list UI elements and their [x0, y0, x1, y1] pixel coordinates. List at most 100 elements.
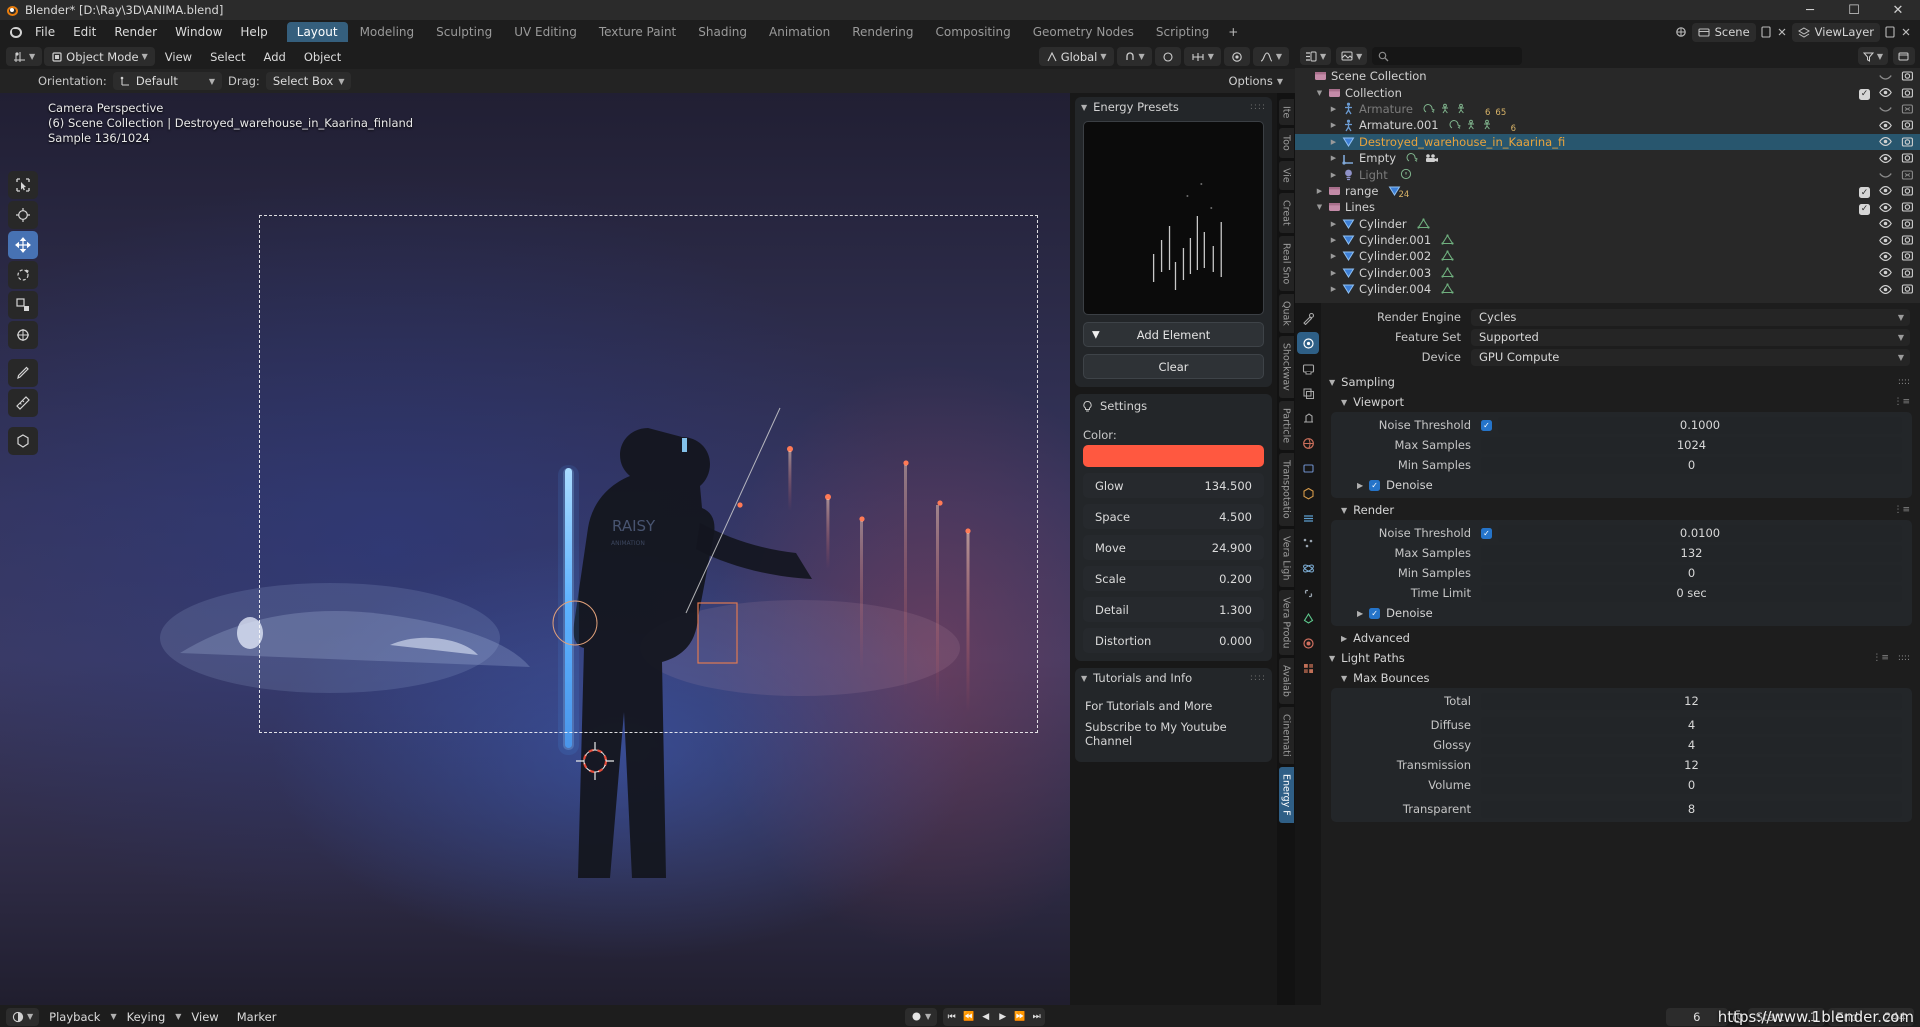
preset-list-icon[interactable]: ⋮≡: [1893, 505, 1910, 515]
sidebar-tab-vera-produ[interactable]: Vera Produ: [1279, 590, 1294, 655]
disable-in-renders-toggle[interactable]: [1901, 103, 1914, 115]
disable-in-renders-toggle[interactable]: [1901, 267, 1914, 279]
proportional-edit-button[interactable]: [1155, 47, 1181, 66]
expand-arrow-icon[interactable]: ▼: [1313, 89, 1326, 97]
outliner-row-lines[interactable]: ▼Lines✓: [1295, 199, 1920, 215]
minimize-button[interactable]: ─: [1788, 0, 1832, 20]
expand-arrow-icon[interactable]: ▶: [1327, 236, 1340, 244]
disable-in-renders-toggle[interactable]: [1901, 218, 1914, 230]
hide-in-viewport-toggle[interactable]: [1879, 153, 1892, 164]
viewport-denoise-checkbox[interactable]: ✓: [1369, 480, 1380, 491]
sidebar-tab-shockwave[interactable]: Shockwav: [1279, 336, 1294, 398]
render-noise-threshold-checkbox[interactable]: ✓: [1481, 528, 1492, 539]
disable-in-renders-toggle[interactable]: [1901, 201, 1914, 213]
sidebar-tab-quake[interactable]: Quak: [1279, 294, 1294, 333]
outliner-display-mode[interactable]: ▼: [1336, 47, 1367, 65]
outliner-editor-type[interactable]: ▼: [1300, 47, 1331, 65]
properties-tab-scene[interactable]: [1297, 407, 1319, 429]
scene-selector[interactable]: Scene: [1692, 23, 1756, 42]
properties-tab-physics[interactable]: [1297, 557, 1319, 579]
outliner-new-collection-button[interactable]: [1893, 47, 1915, 65]
advanced-header[interactable]: ▶ Advanced: [1321, 628, 1920, 648]
options-dropdown[interactable]: Options ▼: [1228, 74, 1289, 88]
editor-type-selector[interactable]: ▼: [6, 47, 42, 66]
object-mode-selector[interactable]: Object Mode ▼: [44, 47, 155, 66]
settings-header[interactable]: Settings: [1075, 394, 1272, 418]
maximize-button[interactable]: ☐: [1832, 0, 1876, 20]
disable-in-renders-toggle[interactable]: [1901, 70, 1914, 82]
viewport-min-samples-field[interactable]: 0: [1481, 457, 1902, 474]
tool-rotate[interactable]: [8, 261, 38, 289]
outliner-filter-button[interactable]: ▼: [1858, 47, 1888, 65]
expand-arrow-icon[interactable]: ▶: [1327, 121, 1340, 129]
menu-file[interactable]: File: [26, 22, 64, 42]
hide-in-viewport-toggle[interactable]: [1879, 103, 1892, 114]
outliner-row-destroyed-warehouse-in-kaarina-fi[interactable]: ▶Destroyed_warehouse_in_Kaarina_fi: [1295, 134, 1920, 150]
render-sampling-header[interactable]: ▼ Render ⋮≡: [1321, 500, 1920, 520]
timeline-menu-view[interactable]: View: [183, 1010, 226, 1024]
outliner-row-armature-001[interactable]: ▶Armature.0016: [1295, 117, 1920, 133]
outliner-row-light[interactable]: ▶Light: [1295, 166, 1920, 182]
disable-in-renders-toggle[interactable]: [1901, 152, 1914, 164]
bounce-diffuse-field[interactable]: 4: [1481, 717, 1902, 734]
new-scene-icon[interactable]: [1760, 26, 1772, 38]
tool-annotate[interactable]: [8, 359, 38, 387]
tab-add-workspace[interactable]: +: [1221, 22, 1245, 42]
prop-distortion[interactable]: Distortion 0.000: [1083, 628, 1264, 653]
expand-arrow-icon[interactable]: ▶: [1327, 105, 1340, 113]
expand-arrow-icon[interactable]: ▼: [1313, 203, 1326, 211]
play-reverse-button[interactable]: ◀: [977, 1008, 994, 1026]
render-engine-dropdown[interactable]: Cycles ▼: [1471, 309, 1910, 326]
disable-in-renders-toggle[interactable]: [1901, 185, 1914, 197]
snap-increments-button[interactable]: ▼: [1184, 47, 1221, 66]
prop-detail[interactable]: Detail 1.300: [1083, 597, 1264, 622]
outliner-row-scene-collection[interactable]: Scene Collection: [1295, 68, 1920, 84]
timeline-menu-keying[interactable]: Keying: [119, 1010, 174, 1024]
properties-tab-object[interactable]: [1297, 482, 1319, 504]
outliner-row-armature[interactable]: ▶Armature665: [1295, 101, 1920, 117]
properties-tab-particles[interactable]: [1297, 532, 1319, 554]
hide-in-viewport-toggle[interactable]: [1879, 87, 1892, 98]
expand-arrow-icon[interactable]: ▶: [1313, 187, 1326, 195]
energy-presets-header[interactable]: ▼ Energy Presets ::::: [1075, 97, 1272, 117]
pivot-point-button[interactable]: [1224, 47, 1250, 66]
bounce-transmission-field[interactable]: 12: [1481, 757, 1902, 774]
clear-button[interactable]: Clear: [1083, 354, 1264, 379]
properties-tab-modifiers[interactable]: [1297, 507, 1319, 529]
properties-tab-data[interactable]: [1297, 607, 1319, 629]
sidebar-tab-item[interactable]: Ite: [1279, 99, 1294, 125]
outliner-row-empty[interactable]: ▶Empty: [1295, 150, 1920, 166]
properties-tab-tool[interactable]: [1297, 307, 1319, 329]
outliner-row-cylinder-004[interactable]: ▶Cylinder.004: [1295, 281, 1920, 297]
bounce-glossy-field[interactable]: 4: [1481, 737, 1902, 754]
render-min-samples-field[interactable]: 0: [1481, 565, 1902, 582]
disable-in-renders-toggle[interactable]: [1901, 250, 1914, 262]
properties-tab-world[interactable]: [1297, 432, 1319, 454]
menu-render[interactable]: Render: [105, 22, 166, 42]
disable-in-renders-toggle[interactable]: [1901, 136, 1914, 148]
prop-glow[interactable]: Glow 134.500: [1083, 473, 1264, 498]
tab-compositing[interactable]: Compositing: [925, 22, 1020, 42]
tab-rendering[interactable]: Rendering: [842, 22, 923, 42]
sidebar-tab-real-snow[interactable]: Real Sno: [1279, 236, 1294, 291]
next-keyframe-button[interactable]: ⏩: [1011, 1008, 1028, 1026]
exclude-checkbox[interactable]: ✓: [1859, 200, 1870, 215]
disable-in-renders-toggle[interactable]: [1901, 169, 1914, 181]
tool-transform[interactable]: [8, 321, 38, 349]
outliner-search-input[interactable]: [1372, 47, 1522, 65]
hide-in-viewport-toggle[interactable]: [1879, 202, 1892, 213]
hide-in-viewport-toggle[interactable]: [1879, 251, 1892, 262]
preset-list-icon[interactable]: ⋮≡: [1872, 653, 1889, 663]
jump-to-start-button[interactable]: ⏮: [943, 1008, 960, 1026]
properties-tab-constraints[interactable]: [1297, 582, 1319, 604]
timeline-editor-type[interactable]: ▼: [6, 1008, 39, 1026]
tutorials-header[interactable]: ▼ Tutorials and Info ::::: [1075, 668, 1272, 688]
orientation-selector[interactable]: Default ▼: [113, 72, 222, 90]
hide-in-viewport-toggle[interactable]: [1879, 71, 1892, 82]
hide-in-viewport-toggle[interactable]: [1879, 169, 1892, 180]
disable-in-renders-toggle[interactable]: [1901, 119, 1914, 131]
preset-list-icon[interactable]: ⋮≡: [1893, 397, 1910, 407]
prop-scale[interactable]: Scale 0.200: [1083, 566, 1264, 591]
render-max-samples-field[interactable]: 132: [1481, 545, 1902, 562]
tool-measure[interactable]: [8, 389, 38, 417]
